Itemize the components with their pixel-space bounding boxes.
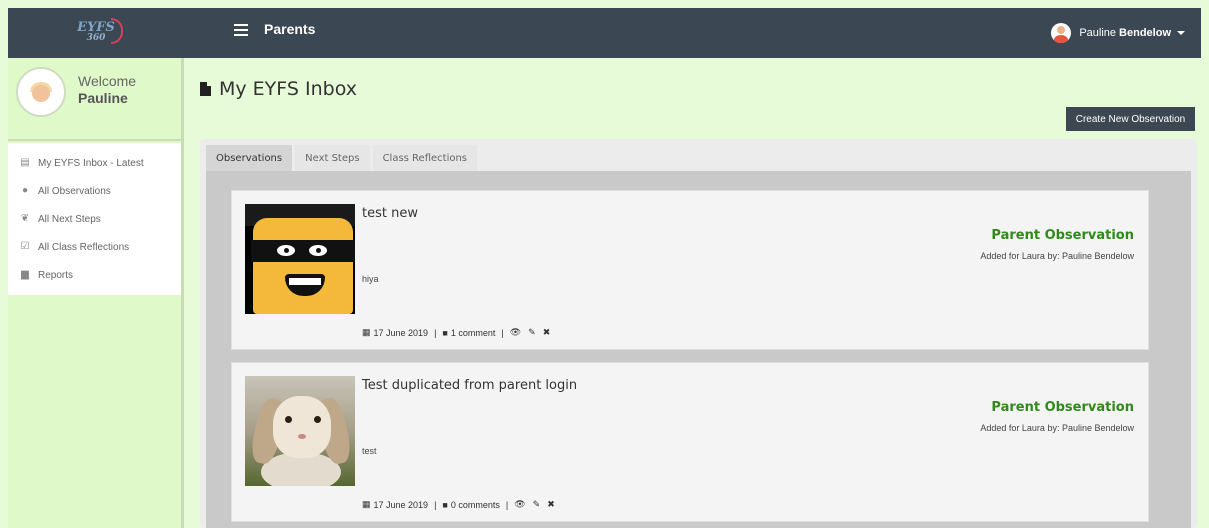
welcome-name: Pauline [78,90,128,106]
edit-icon[interactable]: ✎ [533,499,541,510]
sidebar-item-reports[interactable]: ▆ Reports [8,261,181,289]
document-icon [200,82,211,96]
observation-comments[interactable]: 1 comment [451,328,496,338]
section-title: Parents [264,21,316,37]
observation-type: Parent Observation [991,400,1134,415]
edit-icon[interactable]: ✎ [528,327,536,338]
observation-card: test new hiya Parent Observation Added f… [231,190,1149,350]
observation-card: Test duplicated from parent login test P… [231,362,1149,522]
view-icon[interactable]: 👁 [514,499,525,510]
create-observation-button[interactable]: Create New Observation [1066,107,1195,131]
meta-separator: | [505,499,509,510]
chevron-down-icon [1177,31,1185,35]
comment-icon: ■ [442,499,448,510]
eyfs-logo[interactable]: EYFS 360 [77,18,123,44]
sidebar-item-label: My EYFS Inbox - Latest [38,157,144,169]
sidebar-item-inbox-latest[interactable]: ▤ My EYFS Inbox - Latest [8,149,181,177]
observation-text: hiya [362,274,379,284]
sidebar-nav: ▤ My EYFS Inbox - Latest ● All Observati… [8,143,181,295]
delete-icon[interactable]: ✖ [547,499,555,510]
top-bar: EYFS 360 Parents Pauline Bendelow [8,8,1201,58]
observation-added-by: Added for Laura by: Pauline Bendelow [980,251,1134,261]
file-icon: ▆ [21,269,29,280]
observation-title[interactable]: test new [362,206,418,221]
calendar-icon: ▦ [362,499,371,509]
welcome-box: Welcome Pauline [8,58,181,141]
meta-separator: | [501,327,504,338]
user-avatar-icon [1051,23,1072,43]
observation-type: Parent Observation [991,228,1134,243]
delete-icon[interactable]: ✖ [543,327,551,338]
pin-icon: ● [21,185,29,196]
check-square-icon: ☑ [20,241,30,252]
user-menu[interactable]: Pauline Bendelow [1051,23,1185,43]
observation-title[interactable]: Test duplicated from parent login [362,378,577,393]
tab-observations[interactable]: Observations [206,145,293,171]
observation-date: 17 June 2019 [373,327,429,338]
observation-comments[interactable]: 0 comments [451,500,500,510]
sidebar: Welcome Pauline ▤ My EYFS Inbox - Latest… [8,58,184,528]
rabbit-image [245,376,355,486]
leaf-icon: ❦ [20,213,30,224]
observation-added-by: Added for Laura by: Pauline Bendelow [980,423,1134,433]
tab-next-steps[interactable]: Next Steps [295,145,370,171]
observation-meta: ▦ 17 June 2019 | ■ 0 comments | 👁 ✎ ✖ [362,499,562,510]
comment-icon: ■ [442,327,448,338]
tab-bar: Observations Next Steps Class Reflection… [206,145,480,171]
avatar [16,67,66,117]
sidebar-item-label: All Class Reflections [38,241,130,253]
sidebar-item-all-observations[interactable]: ● All Observations [8,177,181,205]
welcome-text: Welcome Pauline [78,73,136,107]
sidebar-item-label: All Next Steps [38,213,101,225]
sidebar-item-all-next-steps[interactable]: ❦ All Next Steps [8,205,181,233]
lego-figure-image [245,204,355,314]
sidebar-item-all-class-reflections[interactable]: ☑ All Class Reflections [8,233,181,261]
meta-separator: | [434,327,437,338]
observation-meta: ▦ 17 June 2019 | ■ 1 comment | 👁 ✎ ✖ [362,327,557,338]
user-last-name: Bendelow [1119,27,1171,39]
tab-class-reflections[interactable]: Class Reflections [372,145,478,171]
inbox-panel: Observations Next Steps Class Reflection… [200,139,1197,528]
sidebar-item-label: All Observations [38,185,111,197]
sidebar-item-label: Reports [38,269,74,281]
welcome-label: Welcome [78,73,137,89]
page-header: My EYFS Inbox [200,78,357,100]
calendar-icon: ▦ [362,327,371,337]
view-icon[interactable]: 👁 [510,327,521,338]
menu-toggle-icon[interactable] [234,24,248,36]
observation-date: 17 June 2019 [373,499,429,510]
observation-thumbnail[interactable] [245,376,355,486]
observation-text: test [362,446,377,456]
inbox-icon: ▤ [20,157,30,168]
logo-arc-icon [110,18,123,44]
user-first-name: Pauline [1079,27,1117,39]
tab-content: test new hiya Parent Observation Added f… [206,171,1191,528]
meta-separator: | [434,499,437,510]
page-title: My EYFS Inbox [219,78,357,100]
observation-thumbnail[interactable] [245,204,355,314]
logo-area[interactable]: EYFS 360 [8,8,184,58]
